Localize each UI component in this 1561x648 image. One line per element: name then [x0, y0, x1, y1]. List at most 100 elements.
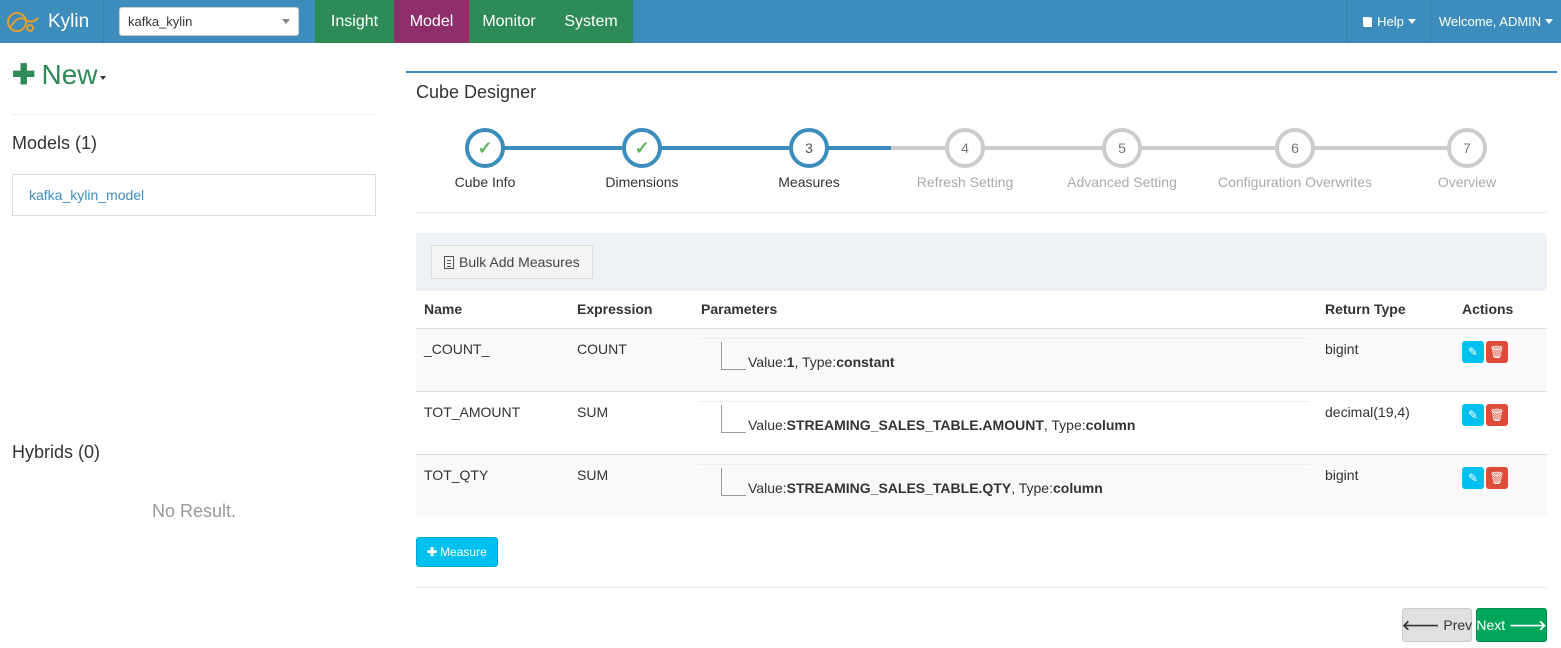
add-measure-label: Measure — [440, 545, 487, 559]
wizard-steps: ✓ Cube Info ✓ Dimensions 3 Measures 4 Re… — [416, 128, 1547, 198]
column-header: Actions — [1454, 291, 1547, 329]
page-title: Cube Designer — [416, 82, 537, 102]
measure-return-type: bigint — [1317, 453, 1454, 517]
column-header: Parameters — [693, 291, 1317, 329]
prev-label: Prev — [1443, 617, 1473, 633]
step-label: Measures — [778, 174, 840, 190]
plus-icon: ✚ — [12, 59, 36, 90]
wizard-step-configuration-overwrites[interactable]: 6 Configuration Overwrites — [1215, 128, 1375, 190]
tab-model[interactable]: Model — [394, 0, 469, 43]
parameter-value: STREAMING_SALES_TABLE.QTY — [786, 479, 1012, 496]
tree-connector — [721, 467, 746, 496]
table-row: _COUNT_ COUNT Value:1, Type:constant big… — [416, 327, 1547, 391]
step-circle: ✓ — [465, 128, 505, 168]
tab-system[interactable]: System — [549, 0, 633, 43]
parameter-text: Value:STREAMING_SALES_TABLE.QTY, Type:co… — [748, 480, 1103, 496]
pencil-icon: ✎ — [1467, 407, 1479, 422]
brand[interactable]: Kylin — [0, 0, 104, 43]
wizard-step-measures[interactable]: 3 Measures — [729, 128, 889, 190]
tab-monitor[interactable]: Monitor — [469, 0, 549, 43]
delete-measure-button[interactable]: 🗑 — [1486, 403, 1508, 426]
measure-actions: ✎ 🗑 — [1454, 390, 1547, 454]
wizard-step-advanced-setting[interactable]: 5 Advanced Setting — [1042, 128, 1202, 190]
parameter-tree: Value:STREAMING_SALES_TABLE.AMOUNT, Type… — [699, 400, 1309, 441]
trash-icon: 🗑 — [1489, 407, 1505, 422]
tree-connector — [721, 404, 746, 433]
bulk-add-label: Bulk Add Measures — [459, 254, 580, 270]
divider — [12, 114, 376, 115]
step-label: Refresh Setting — [916, 174, 1014, 190]
step-circle: 3 — [789, 128, 829, 168]
step-circle: 6 — [1275, 128, 1315, 168]
parameter-type: column — [1053, 479, 1103, 496]
hybrids-title: Hybrids (0) — [12, 442, 101, 462]
trash-icon: 🗑 — [1489, 470, 1505, 485]
new-label: New — [41, 58, 98, 90]
parameter-tree: Value:STREAMING_SALES_TABLE.QTY, Type:co… — [699, 463, 1309, 504]
arrow-right-icon: 🡒 — [1509, 616, 1547, 633]
edit-measure-button[interactable]: ✎ — [1462, 403, 1484, 426]
measure-expression: SUM — [569, 453, 693, 517]
wizard-step-cube-info[interactable]: ✓ Cube Info — [405, 128, 565, 190]
help-menu[interactable]: Help — [1347, 0, 1430, 43]
chevron-down-icon — [1545, 19, 1554, 24]
delete-measure-button[interactable]: 🗑 — [1486, 340, 1508, 363]
wizard-step-overview[interactable]: 7 Overview — [1387, 128, 1547, 190]
models-title: Models (1) — [12, 133, 98, 153]
step-circle: 5 — [1102, 128, 1142, 168]
measure-expression: SUM — [569, 390, 693, 454]
chevron-down-icon — [1407, 19, 1416, 24]
add-measure-button[interactable]: ✚ Measure — [416, 537, 498, 567]
user-menu[interactable]: Welcome, ADMIN — [1430, 0, 1561, 43]
next-button[interactable]: Next 🡒 — [1476, 608, 1547, 642]
value-prefix: Value: — [748, 479, 787, 496]
measure-actions: ✎ 🗑 — [1454, 453, 1547, 517]
step-label: Dimensions — [605, 174, 679, 190]
book-icon — [1363, 16, 1373, 27]
measure-parameters: Value:STREAMING_SALES_TABLE.QTY, Type:co… — [693, 453, 1317, 517]
parameter-tree: Value:1, Type:constant — [699, 337, 1309, 378]
prev-button[interactable]: 🡐 Prev — [1402, 608, 1472, 642]
tab-insight[interactable]: Insight — [315, 0, 394, 43]
divider — [416, 212, 1547, 213]
tree-connector — [721, 341, 746, 370]
measure-expression: COUNT — [569, 327, 693, 391]
check-icon: ✓ — [634, 137, 650, 158]
top-navbar: Kylin kafka_kylin Insight Model Monitor … — [0, 0, 1561, 43]
kylin-logo-icon — [7, 11, 39, 32]
parameter-text: Value:1, Type:constant — [748, 354, 895, 370]
table-row: TOT_QTY SUM Value:STREAMING_SALES_TABLE.… — [416, 453, 1547, 517]
delete-measure-button[interactable]: 🗑 — [1486, 466, 1508, 489]
help-label: Help — [1377, 14, 1404, 29]
edit-measure-button[interactable]: ✎ — [1462, 466, 1484, 489]
pencil-icon: ✎ — [1467, 470, 1479, 485]
measure-return-type: decimal(19,4) — [1317, 390, 1454, 454]
plus-icon: ✚ — [427, 545, 438, 559]
measures-table: Name Expression Parameters Return Type A… — [416, 291, 1547, 517]
parameter-text: Value:STREAMING_SALES_TABLE.AMOUNT, Type… — [748, 417, 1135, 433]
new-button[interactable]: ✚ New — [12, 58, 107, 91]
project-select[interactable]: kafka_kylin — [119, 7, 299, 36]
no-result-text: No Result. — [151, 501, 237, 521]
type-prefix: , Type: — [794, 353, 837, 370]
parameter-type: constant — [836, 353, 895, 370]
wizard-step-refresh-setting[interactable]: 4 Refresh Setting — [885, 128, 1045, 190]
edit-measure-button[interactable]: ✎ — [1462, 340, 1484, 363]
welcome-label: Welcome, ADMIN — [1438, 14, 1542, 29]
panel-border — [406, 71, 1557, 73]
bulk-add-measures-button[interactable]: Bulk Add Measures — [431, 245, 593, 279]
type-prefix: , Type: — [1011, 479, 1053, 496]
column-header: Expression — [569, 291, 693, 329]
document-icon — [444, 255, 454, 269]
table-header-row: Name Expression Parameters Return Type A… — [416, 291, 1547, 329]
table-row: TOT_AMOUNT SUM Value:STREAMING_SALES_TAB… — [416, 390, 1547, 454]
measure-actions: ✎ 🗑 — [1454, 327, 1547, 391]
model-list-item[interactable]: kafka_kylin_model — [12, 174, 376, 216]
arrow-left-icon: 🡐 — [1401, 616, 1440, 633]
measure-return-type: bigint — [1317, 327, 1454, 391]
column-header: Name — [416, 291, 569, 329]
project-select-value: kafka_kylin — [128, 14, 193, 29]
step-label: Configuration Overwrites — [1217, 174, 1373, 190]
chevron-down-icon — [282, 19, 290, 24]
wizard-step-dimensions[interactable]: ✓ Dimensions — [562, 128, 722, 190]
